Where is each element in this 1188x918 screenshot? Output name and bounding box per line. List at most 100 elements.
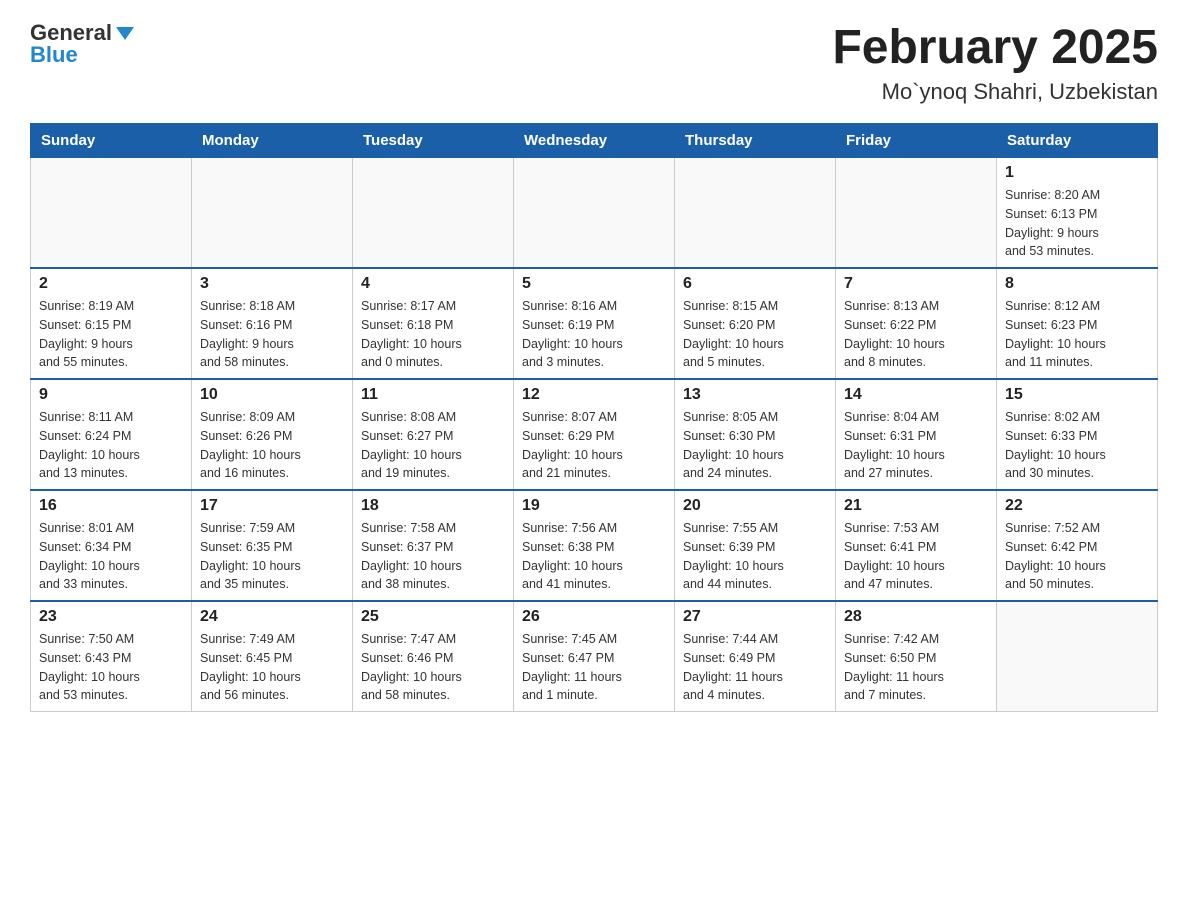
day-cell: 27 Sunrise: 7:44 AMSunset: 6:49 PMDayligh… bbox=[675, 601, 836, 712]
week-row-3: 9 Sunrise: 8:11 AMSunset: 6:24 PMDaylight… bbox=[31, 379, 1158, 490]
day-cell: 23Sunrise: 7:50 AMSunset: 6:43 PMDayligh… bbox=[31, 601, 192, 712]
day-cell: 28 Sunrise: 7:42 AMSunset: 6:50 PMDayligh… bbox=[836, 601, 997, 712]
day-number: 5 bbox=[522, 275, 666, 293]
day-number: 8 bbox=[1005, 275, 1149, 293]
day-info: Sunrise: 7:44 AMSunset: 6:49 PMDaylight:… bbox=[683, 630, 827, 705]
day-cell bbox=[675, 158, 836, 269]
day-info: Sunrise: 8:20 AMSunset: 6:13 PMDaylight:… bbox=[1005, 186, 1149, 261]
day-cell: 16 Sunrise: 8:01 AMSunset: 6:34 PMDayligh… bbox=[31, 490, 192, 601]
day-number: 20 bbox=[683, 497, 827, 515]
day-info: Sunrise: 8:19 AMSunset: 6:15 PMDaylight:… bbox=[39, 297, 183, 372]
day-cell: 19 Sunrise: 7:56 AMSunset: 6:38 PMDayligh… bbox=[514, 490, 675, 601]
day-cell: 11 Sunrise: 8:08 AMSunset: 6:27 PMDayligh… bbox=[353, 379, 514, 490]
week-row-2: 2 Sunrise: 8:19 AMSunset: 6:15 PMDaylight… bbox=[31, 268, 1158, 379]
day-cell: 4 Sunrise: 8:17 AMSunset: 6:18 PMDaylight… bbox=[353, 268, 514, 379]
day-info: Sunrise: 7:59 AMSunset: 6:35 PMDaylight:… bbox=[200, 519, 344, 594]
weekday-header-friday: Friday bbox=[836, 124, 997, 158]
day-info: Sunrise: 8:11 AMSunset: 6:24 PMDaylight:… bbox=[39, 408, 183, 483]
day-info: Sunrise: 8:05 AMSunset: 6:30 PMDaylight:… bbox=[683, 408, 827, 483]
weekday-header-wednesday: Wednesday bbox=[514, 124, 675, 158]
day-info: Sunrise: 8:02 AMSunset: 6:33 PMDaylight:… bbox=[1005, 408, 1149, 483]
calendar-title: February 2025 bbox=[832, 20, 1158, 75]
weekday-header-sunday: Sunday bbox=[31, 124, 192, 158]
day-cell: 20 Sunrise: 7:55 AMSunset: 6:39 PMDayligh… bbox=[675, 490, 836, 601]
day-number: 27 bbox=[683, 608, 827, 626]
day-number: 2 bbox=[39, 275, 183, 293]
day-info: Sunrise: 8:01 AMSunset: 6:34 PMDaylight:… bbox=[39, 519, 183, 594]
day-cell: 17 Sunrise: 7:59 AMSunset: 6:35 PMDayligh… bbox=[192, 490, 353, 601]
day-info: Sunrise: 8:07 AMSunset: 6:29 PMDaylight:… bbox=[522, 408, 666, 483]
day-number: 9 bbox=[39, 386, 183, 404]
logo: General Blue bbox=[30, 20, 134, 68]
page-header: General Blue February 2025 Mo`ynoq Shahr… bbox=[30, 20, 1158, 105]
weekday-header-saturday: Saturday bbox=[997, 124, 1158, 158]
day-info: Sunrise: 7:58 AMSunset: 6:37 PMDaylight:… bbox=[361, 519, 505, 594]
day-cell: 15 Sunrise: 8:02 AMSunset: 6:33 PMDayligh… bbox=[997, 379, 1158, 490]
logo-arrow-icon bbox=[116, 27, 134, 40]
day-cell: 12Sunrise: 8:07 AMSunset: 6:29 PMDayligh… bbox=[514, 379, 675, 490]
day-number: 15 bbox=[1005, 386, 1149, 404]
day-info: Sunrise: 7:53 AMSunset: 6:41 PMDaylight:… bbox=[844, 519, 988, 594]
day-info: Sunrise: 7:55 AMSunset: 6:39 PMDaylight:… bbox=[683, 519, 827, 594]
day-number: 14 bbox=[844, 386, 988, 404]
day-info: Sunrise: 8:16 AMSunset: 6:19 PMDaylight:… bbox=[522, 297, 666, 372]
day-number: 18 bbox=[361, 497, 505, 515]
day-info: Sunrise: 7:52 AMSunset: 6:42 PMDaylight:… bbox=[1005, 519, 1149, 594]
day-info: Sunrise: 8:12 AMSunset: 6:23 PMDaylight:… bbox=[1005, 297, 1149, 372]
calendar-subtitle: Mo`ynoq Shahri, Uzbekistan bbox=[832, 79, 1158, 105]
day-cell: 1 Sunrise: 8:20 AMSunset: 6:13 PMDaylight… bbox=[997, 158, 1158, 269]
day-info: Sunrise: 8:13 AMSunset: 6:22 PMDaylight:… bbox=[844, 297, 988, 372]
logo-blue-text: Blue bbox=[30, 42, 78, 68]
day-number: 17 bbox=[200, 497, 344, 515]
day-cell: 25 Sunrise: 7:47 AMSunset: 6:46 PMDayligh… bbox=[353, 601, 514, 712]
day-info: Sunrise: 7:45 AMSunset: 6:47 PMDaylight:… bbox=[522, 630, 666, 705]
day-number: 24 bbox=[200, 608, 344, 626]
weekday-header-thursday: Thursday bbox=[675, 124, 836, 158]
day-number: 28 bbox=[844, 608, 988, 626]
day-number: 25 bbox=[361, 608, 505, 626]
week-row-5: 23Sunrise: 7:50 AMSunset: 6:43 PMDayligh… bbox=[31, 601, 1158, 712]
week-row-4: 16 Sunrise: 8:01 AMSunset: 6:34 PMDayligh… bbox=[31, 490, 1158, 601]
day-info: Sunrise: 7:42 AMSunset: 6:50 PMDaylight:… bbox=[844, 630, 988, 705]
day-info: Sunrise: 7:49 AMSunset: 6:45 PMDaylight:… bbox=[200, 630, 344, 705]
day-cell bbox=[192, 158, 353, 269]
logo-bottom: Blue bbox=[30, 42, 134, 68]
title-block: February 2025 Mo`ynoq Shahri, Uzbekistan bbox=[832, 20, 1158, 105]
day-cell: 21 Sunrise: 7:53 AMSunset: 6:41 PMDayligh… bbox=[836, 490, 997, 601]
day-info: Sunrise: 7:56 AMSunset: 6:38 PMDaylight:… bbox=[522, 519, 666, 594]
weekday-header-tuesday: Tuesday bbox=[353, 124, 514, 158]
day-info: Sunrise: 8:04 AMSunset: 6:31 PMDaylight:… bbox=[844, 408, 988, 483]
day-number: 21 bbox=[844, 497, 988, 515]
day-number: 19 bbox=[522, 497, 666, 515]
day-number: 6 bbox=[683, 275, 827, 293]
day-cell bbox=[997, 601, 1158, 712]
day-number: 7 bbox=[844, 275, 988, 293]
day-cell: 5 Sunrise: 8:16 AMSunset: 6:19 PMDaylight… bbox=[514, 268, 675, 379]
day-cell bbox=[836, 158, 997, 269]
day-number: 26 bbox=[522, 608, 666, 626]
day-info: Sunrise: 8:18 AMSunset: 6:16 PMDaylight:… bbox=[200, 297, 344, 372]
day-cell: 13Sunrise: 8:05 AMSunset: 6:30 PMDayligh… bbox=[675, 379, 836, 490]
day-number: 22 bbox=[1005, 497, 1149, 515]
week-row-1: 1 Sunrise: 8:20 AMSunset: 6:13 PMDaylight… bbox=[31, 158, 1158, 269]
day-cell: 22 Sunrise: 7:52 AMSunset: 6:42 PMDayligh… bbox=[997, 490, 1158, 601]
day-cell: 10 Sunrise: 8:09 AMSunset: 6:26 PMDayligh… bbox=[192, 379, 353, 490]
day-cell: 6Sunrise: 8:15 AMSunset: 6:20 PMDaylight… bbox=[675, 268, 836, 379]
day-number: 4 bbox=[361, 275, 505, 293]
day-cell: 24 Sunrise: 7:49 AMSunset: 6:45 PMDayligh… bbox=[192, 601, 353, 712]
day-cell: 2 Sunrise: 8:19 AMSunset: 6:15 PMDaylight… bbox=[31, 268, 192, 379]
day-cell bbox=[353, 158, 514, 269]
day-info: Sunrise: 7:50 AMSunset: 6:43 PMDaylight:… bbox=[39, 630, 183, 705]
day-info: Sunrise: 7:47 AMSunset: 6:46 PMDaylight:… bbox=[361, 630, 505, 705]
day-cell: 18 Sunrise: 7:58 AMSunset: 6:37 PMDayligh… bbox=[353, 490, 514, 601]
day-cell: 14 Sunrise: 8:04 AMSunset: 6:31 PMDayligh… bbox=[836, 379, 997, 490]
day-cell: 7 Sunrise: 8:13 AMSunset: 6:22 PMDaylight… bbox=[836, 268, 997, 379]
day-number: 10 bbox=[200, 386, 344, 404]
day-info: Sunrise: 8:08 AMSunset: 6:27 PMDaylight:… bbox=[361, 408, 505, 483]
day-number: 1 bbox=[1005, 164, 1149, 182]
day-info: Sunrise: 8:09 AMSunset: 6:26 PMDaylight:… bbox=[200, 408, 344, 483]
day-number: 11 bbox=[361, 386, 505, 404]
day-cell: 26 Sunrise: 7:45 AMSunset: 6:47 PMDayligh… bbox=[514, 601, 675, 712]
day-number: 16 bbox=[39, 497, 183, 515]
day-info: Sunrise: 8:17 AMSunset: 6:18 PMDaylight:… bbox=[361, 297, 505, 372]
